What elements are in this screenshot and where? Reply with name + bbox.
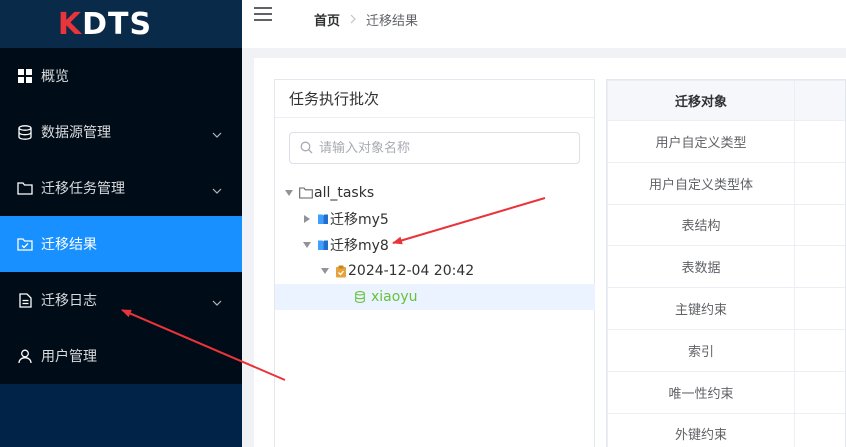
sidebar-footer [0, 384, 242, 447]
sidebar-item-label: 数据源管理 [41, 125, 111, 141]
table-cell: 表结构 [607, 203, 795, 247]
table-row: 用户自定义类型体 [607, 161, 845, 205]
logo-k: K [57, 6, 83, 42]
table-cell [794, 120, 845, 163]
table-row: 外键约束 [607, 412, 845, 447]
tree-node-label: xiaoyu [371, 289, 418, 305]
menu-toggle-icon[interactable] [254, 6, 272, 26]
sidebar-item-label: 用户管理 [41, 349, 97, 365]
search-box[interactable] [289, 132, 580, 164]
tree-node-label: 迁移my8 [330, 238, 389, 254]
search-icon [300, 139, 313, 158]
book-icon [317, 213, 329, 225]
sidebar-item-label: 迁移任务管理 [41, 181, 125, 197]
table-cell: 索引 [607, 328, 795, 372]
book-icon [317, 239, 329, 251]
sidebar-item-label: 迁移结果 [41, 237, 97, 253]
table-row: 索引 [607, 328, 845, 372]
table-cell [794, 161, 845, 205]
tree-node-label: 迁移my5 [330, 212, 389, 228]
column-header-empty [794, 80, 845, 121]
folder-icon [17, 180, 33, 196]
tree-node-task[interactable]: 迁移my5 [275, 206, 595, 232]
caret-down-icon[interactable] [301, 239, 313, 251]
table-row: 表数据 [607, 245, 845, 289]
column-header: 迁移对象 [607, 80, 795, 121]
folder-check-icon [17, 236, 33, 252]
panel-title: 任务执行批次 [275, 80, 594, 118]
table-row: 主键约束 [607, 287, 845, 330]
table-cell: 主键约束 [607, 287, 795, 330]
tree-node-label: all_tasks [314, 185, 375, 201]
database-icon [355, 291, 365, 303]
table-row: 表结构 [607, 203, 845, 247]
sidebar-item-migration-tasks[interactable]: 迁移任务管理 [0, 160, 242, 216]
results-table: 迁移对象 用户自定义类型 用户自定义类型体 表结构 表数据 主键约束 索引 唯一… [607, 80, 845, 447]
sidebar-item-label: 迁移日志 [41, 293, 97, 309]
sidebar-item-label: 概览 [41, 69, 69, 85]
tree-node-root[interactable]: all_tasks [275, 180, 595, 206]
chevron-down-icon [212, 126, 222, 142]
breadcrumb-home[interactable]: 首页 [314, 10, 340, 29]
sidebar-item-migration-results[interactable]: 迁移结果 [0, 216, 242, 272]
task-tree: all_tasks 迁移my5 迁移my8 2024-12-04 20:42 x… [275, 180, 595, 310]
logo-text: DTS [82, 6, 153, 42]
sidebar-item-migration-logs[interactable]: 迁移日志 [0, 272, 242, 328]
database-icon [17, 124, 33, 140]
sidebar-item-datasource[interactable]: 数据源管理 [0, 104, 242, 160]
sidebar: KDTS 概览 数据源管理 迁移任务管理 迁移结果 迁移日志 用户管理 [0, 0, 242, 447]
table-cell [794, 370, 845, 414]
caret-down-icon[interactable] [283, 187, 295, 199]
table-cell: 用户自定义类型体 [607, 161, 795, 205]
results-table-panel: 迁移对象 用户自定义类型 用户自定义类型体 表结构 表数据 主键约束 索引 唯一… [606, 79, 846, 447]
table-row: 唯一性约束 [607, 370, 845, 414]
table-header-row: 迁移对象 [607, 80, 845, 121]
sidebar-menu: 概览 数据源管理 迁移任务管理 迁移结果 迁移日志 用户管理 [0, 48, 242, 384]
grid-icon [17, 68, 33, 84]
table-cell: 唯一性约束 [607, 370, 795, 414]
chevron-down-icon [212, 182, 222, 198]
tree-panel: 任务执行批次 all_tasks [274, 79, 595, 447]
top-header: 首页 迁移结果 [242, 0, 846, 48]
caret-right-icon[interactable] [301, 213, 313, 225]
table-cell [794, 287, 845, 330]
chevron-right-icon [350, 13, 356, 27]
table-row: 用户自定义类型 [607, 120, 845, 163]
table-cell [794, 245, 845, 289]
tree-node-label: 2024-12-04 20:42 [348, 263, 475, 279]
logo: KDTS [0, 0, 242, 48]
table-cell [794, 412, 845, 447]
sidebar-item-overview[interactable]: 概览 [0, 48, 242, 104]
sidebar-item-user-management[interactable]: 用户管理 [0, 328, 242, 384]
chevron-down-icon [212, 294, 222, 310]
tree-node-batch[interactable]: 2024-12-04 20:42 [275, 258, 595, 284]
caret-down-icon[interactable] [319, 265, 331, 277]
breadcrumb-current: 迁移结果 [366, 14, 419, 29]
table-cell [794, 203, 845, 247]
main-content: 任务执行批次 all_tasks [254, 58, 846, 447]
user-icon [17, 348, 33, 364]
breadcrumb: 首页 迁移结果 [314, 10, 418, 29]
table-cell [794, 328, 845, 372]
clipboard-check-icon [335, 265, 347, 278]
folder-icon [299, 187, 313, 199]
search-input[interactable] [319, 140, 569, 156]
tree-node-task[interactable]: 迁移my8 [275, 232, 595, 258]
table-cell: 用户自定义类型 [607, 120, 795, 163]
table-cell: 外键约束 [607, 412, 795, 447]
tree-node-database[interactable]: xiaoyu [275, 284, 595, 310]
table-cell: 表数据 [607, 245, 795, 289]
document-icon [17, 292, 33, 308]
